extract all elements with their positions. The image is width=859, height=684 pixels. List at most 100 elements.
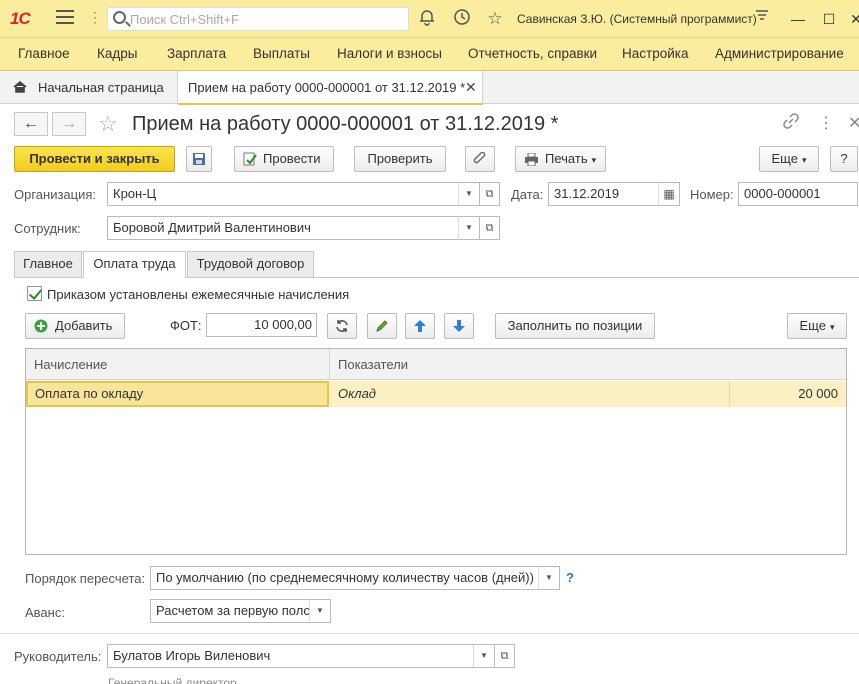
minimize-icon[interactable]: — <box>788 9 808 29</box>
menu-hamburger-icon[interactable] <box>56 10 74 26</box>
more-actions-icon[interactable]: ⋮ <box>818 113 834 133</box>
table-row[interactable]: Оплата по окладу Оклад 20 000 <box>26 381 846 407</box>
refresh-button[interactable] <box>327 313 357 339</box>
fot-label: ФОТ: <box>170 318 202 333</box>
date-field[interactable]: 31.12.2019 <box>548 182 659 206</box>
indicator-value-cell[interactable]: 20 000 <box>729 381 846 407</box>
favorite-star-icon[interactable]: ☆ <box>98 111 118 137</box>
more-vertical-icon[interactable]: ⋮ <box>88 9 102 26</box>
column-header-indicators[interactable]: Показатели <box>338 357 408 372</box>
menu-item-settings[interactable]: Настройка <box>622 46 688 61</box>
search-input[interactable] <box>130 10 400 28</box>
more-button[interactable]: Еще ▾ <box>759 146 819 172</box>
settings-menu-icon[interactable] <box>751 8 773 30</box>
arrow-down-icon <box>453 320 465 332</box>
column-separator <box>329 349 330 380</box>
close-doc-icon[interactable]: ✕ <box>848 113 859 133</box>
pencil-icon <box>376 320 388 332</box>
favorites-star-icon[interactable]: ☆ <box>484 8 506 30</box>
logo-1c: 1С <box>10 9 31 28</box>
tab-contract[interactable]: Трудовой договор <box>187 251 314 277</box>
home-icon <box>13 81 27 93</box>
number-label: Номер: <box>690 187 734 202</box>
monthly-accruals-label: Приказом установлены ежемесячные начисле… <box>47 287 350 302</box>
tab-document[interactable]: Прием на работу 0000-000001 от 31.12.201… <box>178 71 483 105</box>
menu-item-main[interactable]: Главное <box>18 46 70 61</box>
org-dropdown-icon[interactable]: ▼ <box>458 182 480 206</box>
close-window-icon[interactable]: ✕ <box>846 9 859 29</box>
back-button[interactable]: ← <box>14 112 48 136</box>
recalc-field[interactable]: По умолчанию (по среднемесячному количес… <box>150 566 539 590</box>
menu-item-payments[interactable]: Выплаты <box>253 46 310 61</box>
top-bar: 1С ⋮ ☆ Савинская З.Ю. (Системный програм… <box>0 0 859 38</box>
grid-more-button[interactable]: Еще ▾ <box>787 313 847 339</box>
advance-field[interactable]: Расчетом за первую полс <box>150 599 310 623</box>
recalc-help-icon[interactable]: ? <box>566 570 574 585</box>
head-position: Генеральный директор <box>108 676 237 684</box>
post-button-label: Провести <box>263 151 321 166</box>
attach-button[interactable] <box>465 146 495 172</box>
search-box[interactable] <box>107 7 409 31</box>
bell-icon[interactable] <box>416 8 438 30</box>
search-icon <box>113 11 126 24</box>
menu-item-salary[interactable]: Зарплата <box>167 46 226 61</box>
add-button[interactable]: Добавить <box>25 313 125 339</box>
move-down-button[interactable] <box>444 313 474 339</box>
add-icon <box>34 319 48 333</box>
accruals-table[interactable]: Начисление Показатели Оплата по окладу О… <box>25 348 847 555</box>
monthly-accruals-checkbox[interactable] <box>27 286 42 301</box>
close-tab-icon[interactable]: ✕ <box>465 79 477 96</box>
org-label: Организация: <box>14 187 97 202</box>
post-and-close-button[interactable]: Провести и закрыть <box>14 146 175 172</box>
printer-icon <box>525 153 538 166</box>
main-menu: Главное Кадры Зарплата Выплаты Налоги и … <box>0 38 859 71</box>
org-field[interactable]: Крон-Ц <box>107 182 459 206</box>
indicator-name-cell[interactable]: Оклад <box>338 386 376 401</box>
user-name[interactable]: Савинская З.Ю. (Системный программист) <box>517 12 757 26</box>
move-up-button[interactable] <box>405 313 435 339</box>
edit-button[interactable] <box>367 313 397 339</box>
menu-item-hr[interactable]: Кадры <box>97 46 137 61</box>
arrow-up-icon <box>414 320 426 332</box>
page-title: Прием на работу 0000-000001 от 31.12.201… <box>132 113 559 135</box>
print-button[interactable]: Печать ▾ <box>515 146 606 172</box>
head-label: Руководитель: <box>14 649 102 664</box>
head-dropdown-icon[interactable]: ▼ <box>473 644 495 668</box>
history-icon[interactable] <box>451 8 473 30</box>
paperclip-icon <box>473 151 486 164</box>
column-header-accrual[interactable]: Начисление <box>34 357 107 372</box>
head-open-icon[interactable]: ⧉ <box>495 644 515 668</box>
maximize-icon[interactable]: ☐ <box>819 9 839 29</box>
employee-open-icon[interactable]: ⧉ <box>480 216 500 240</box>
recalc-dropdown-icon[interactable]: ▼ <box>538 566 560 590</box>
tab-payment[interactable]: Оплата труда <box>83 251 186 278</box>
employee-label: Сотрудник: <box>14 221 81 236</box>
tab-home[interactable]: Начальная страница <box>0 71 178 104</box>
employee-field[interactable]: Боровой Дмитрий Валентинович <box>107 216 459 240</box>
menu-item-admin[interactable]: Администрирование <box>715 46 844 61</box>
number-field[interactable]: 0000-000001 <box>738 182 858 206</box>
menu-item-reports[interactable]: Отчетность, справки <box>468 46 597 61</box>
fill-by-position-button[interactable]: Заполнить по позиции <box>495 313 655 339</box>
calendar-icon[interactable]: ▦ <box>658 182 680 206</box>
tab-main[interactable]: Главное <box>14 251 82 277</box>
help-button[interactable]: ? <box>830 146 858 172</box>
tab-document-label: Прием на работу 0000-000001 от 31.12.201… <box>188 80 466 95</box>
section-divider <box>0 633 859 634</box>
post-icon <box>243 152 257 166</box>
fot-field[interactable]: 10 000,00 <box>206 313 317 337</box>
post-button[interactable]: Провести <box>234 146 334 172</box>
menu-item-taxes[interactable]: Налоги и взносы <box>337 46 442 61</box>
link-icon[interactable] <box>783 113 799 134</box>
employee-dropdown-icon[interactable]: ▼ <box>458 216 480 240</box>
advance-dropdown-icon[interactable]: ▼ <box>309 599 331 623</box>
window-tabs: Начальная страница Прием на работу 0000-… <box>0 71 859 105</box>
add-button-label: Добавить <box>55 318 113 333</box>
org-open-icon[interactable]: ⧉ <box>480 182 500 206</box>
head-field[interactable]: Булатов Игорь Виленович <box>107 644 474 668</box>
save-button[interactable] <box>186 146 212 172</box>
accrual-cell[interactable]: Оплата по окладу <box>26 381 329 407</box>
check-button[interactable]: Проверить <box>354 146 446 172</box>
tab-home-label: Начальная страница <box>38 80 164 95</box>
forward-button[interactable]: → <box>52 112 86 136</box>
